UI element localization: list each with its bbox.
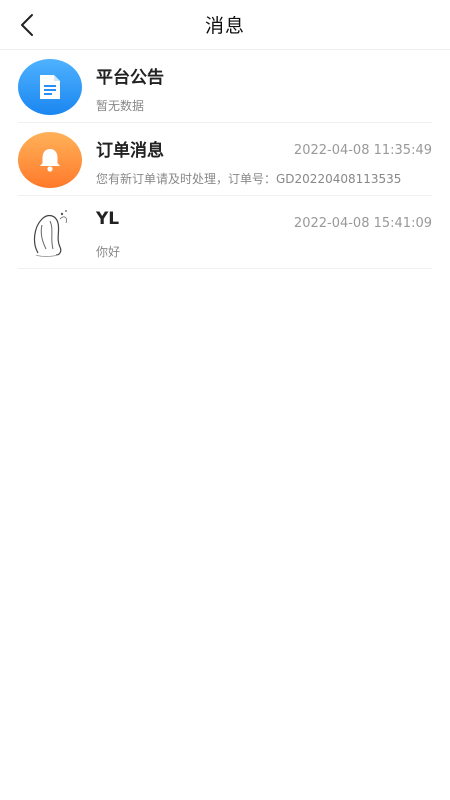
item-subtitle: 你好 [96,245,121,259]
user-avatar-sketch [33,210,67,257]
chevron-left-icon [21,14,33,36]
list-item-platform-announcement[interactable]: 平台公告 暂无数据 [18,50,432,123]
item-subtitle: 暂无数据 [96,99,145,113]
item-title: 平台公告 [96,68,164,88]
message-list: 平台公告 暂无数据 订单消息 2022-04-08 11:35:49 您有新订单… [0,50,450,269]
item-time: 2022-04-08 15:41:09 [293,216,432,231]
document-icon [40,75,60,99]
item-title: 订单消息 [96,141,164,161]
announcement-avatar [18,59,82,115]
list-item-order-messages[interactable]: 订单消息 2022-04-08 11:35:49 您有新订单请及时处理，订单号：… [18,123,432,196]
item-title: YL [96,209,120,229]
item-subtitle: 您有新订单请及时处理，订单号：GD20220408113535 [96,172,402,186]
user-avatar [18,205,82,261]
back-button[interactable] [12,9,42,41]
top-bar: 消息 [0,0,450,50]
item-time: 2022-04-08 11:35:49 [293,143,432,158]
list-item-chat-yl[interactable]: YL 2022-04-08 15:41:09 你好 [18,196,432,269]
order-avatar [18,132,82,188]
bell-icon [40,149,60,172]
page-title: 消息 [204,15,245,37]
